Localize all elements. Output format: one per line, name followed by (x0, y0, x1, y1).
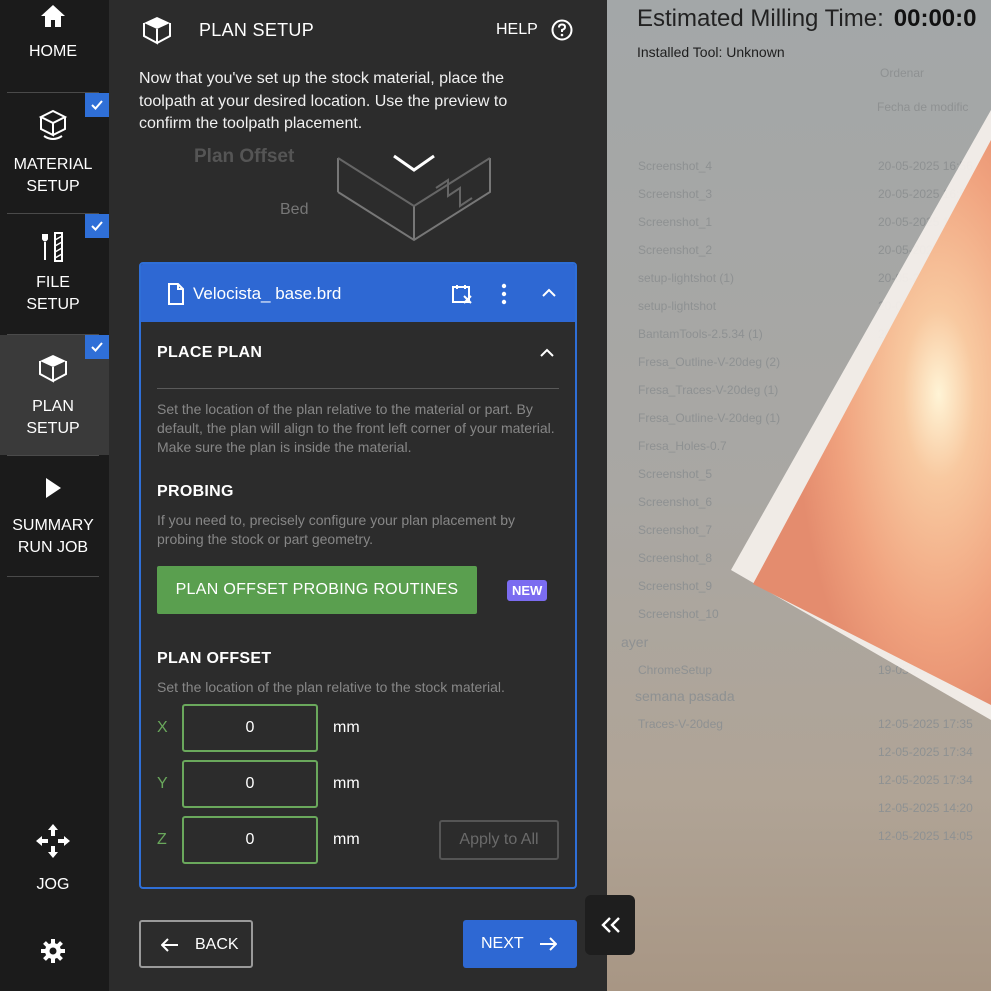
arrow-right-icon (540, 937, 557, 951)
home-icon (41, 5, 65, 27)
arrow-left-icon (161, 938, 178, 952)
page-title: PLAN SETUP (199, 20, 315, 40)
new-badge: NEW (507, 580, 548, 601)
nav-jog[interactable]: JOG (7, 822, 99, 896)
material-cube-icon (38, 109, 68, 140)
nav-divider (7, 455, 99, 456)
nav-material-setup[interactable]: MATERIAL SETUP (7, 108, 99, 198)
settings-gear-icon[interactable] (40, 938, 66, 964)
probing-title: PROBING (157, 483, 234, 500)
nav-home[interactable]: HOME (7, 3, 99, 63)
nav-plan-label-2: SETUP (26, 420, 80, 437)
estimated-milling-time: Estimated Milling Time: 00:00:0 (637, 5, 976, 33)
nav-file-label-1: FILE (36, 274, 70, 291)
play-icon (46, 478, 61, 498)
z-axis-label: Z (157, 831, 167, 848)
file-card-header[interactable]: Velocista_ base.brd (141, 264, 575, 322)
apply-to-all-button[interactable]: Apply to All (439, 820, 559, 860)
collapse-panel-button[interactable] (585, 895, 635, 955)
jog-arrows-icon (36, 824, 70, 858)
plan-offset-illustration: Plan Offset Bed (139, 148, 559, 248)
stock-material-render (731, 110, 991, 720)
x-unit-label: mm (333, 719, 360, 736)
back-button[interactable]: BACK (139, 920, 253, 968)
nav-summary-label-1: SUMMARY (12, 517, 94, 534)
collapse-card-chevron-icon[interactable] (542, 288, 556, 298)
double-chevron-left-icon (601, 917, 620, 933)
nav-material-label-1: MATERIAL (13, 156, 93, 173)
y-offset-input[interactable] (182, 760, 318, 808)
estimate-value: 00:00:0 (893, 5, 977, 32)
nav-file-label-2: SETUP (26, 296, 80, 313)
nav-plan-label-1: PLAN (32, 398, 74, 415)
nav-material-label-2: SETUP (26, 178, 80, 195)
file-name: Velocista_ base.brd (193, 284, 342, 303)
nav-plan-setup[interactable]: PLAN SETUP (7, 352, 99, 440)
plan-cube-icon (39, 355, 67, 383)
section-divider (157, 388, 559, 389)
probing-description: If you need to, precisely configure your… (157, 512, 515, 547)
remove-file-icon[interactable] (451, 283, 473, 305)
back-label: BACK (195, 936, 239, 953)
help-link[interactable]: HELP (496, 21, 538, 39)
toolpath-preview[interactable]: Ordenar Fecha de modific Screenshot_4 20-… (607, 0, 991, 991)
z-offset-input[interactable] (182, 816, 318, 864)
y-axis-label: Y (157, 775, 168, 792)
y-unit-label: mm (333, 775, 360, 792)
illustration-plan-offset-label: Plan Offset (194, 148, 295, 167)
plan-setup-header-icon (143, 17, 171, 45)
place-plan-title: PLACE PLAN (157, 344, 263, 361)
probing-routines-button[interactable]: PLAN OFFSET PROBING ROUTINES (157, 566, 477, 614)
estimate-label: Estimated Milling Time: (637, 5, 884, 32)
tools-icon (42, 232, 63, 262)
left-nav: HOME MATERIAL SETUP FILE SETUP PLAN SETU… (0, 0, 109, 991)
nav-divider (7, 576, 99, 577)
plan-offset-title: PLAN OFFSET (157, 650, 272, 667)
installed-tool: Installed Tool: Unknown (637, 44, 785, 60)
file-icon (168, 283, 184, 305)
place-plan-description: Set the location of the plan relative to… (157, 401, 555, 455)
nav-file-setup[interactable]: FILE SETUP (7, 230, 99, 316)
nav-summary-label-2: RUN JOB (17, 539, 89, 556)
x-axis-label: X (157, 719, 168, 736)
x-offset-input[interactable] (182, 704, 318, 752)
collapse-section-chevron-icon[interactable] (540, 348, 554, 358)
nav-home-label: HOME (29, 43, 77, 60)
plan-offset-description: Set the location of the plan relative to… (157, 679, 505, 695)
next-label: NEXT (481, 935, 524, 952)
nav-summary-run-job[interactable]: SUMMARY RUN JOB (7, 476, 99, 559)
nav-jog-label: JOG (36, 876, 70, 893)
intro-text: Now that you've set up the stock materia… (139, 70, 508, 132)
more-options-icon[interactable] (501, 283, 507, 305)
next-button[interactable]: NEXT (463, 920, 577, 968)
bed-corner-graphic (337, 154, 491, 242)
setup-panel: PLAN SETUP HELP Now that you've set up t… (109, 0, 607, 991)
illustration-bed-label: Bed (280, 201, 309, 218)
help-icon[interactable] (551, 19, 573, 41)
file-card: Velocista_ base.brd PLACE PLAN Set the l… (139, 262, 577, 889)
z-unit-label: mm (333, 831, 360, 848)
